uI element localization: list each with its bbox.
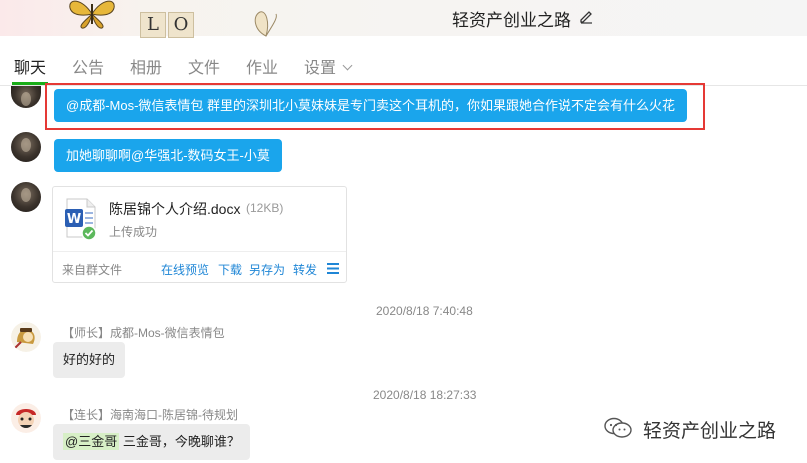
file-card[interactable]: W 陈居锦个人介绍.docx (12KB) 上传成功 来自群文件 在线预览 下载… [52, 186, 347, 283]
group-header: L O 轻资产创业之路 [0, 0, 807, 38]
tab-chat[interactable]: 聊天 [14, 54, 46, 78]
file-name[interactable]: 陈居锦个人介绍.docx [109, 199, 240, 219]
chevron-down-icon [342, 60, 353, 71]
sender-name[interactable]: 【师长】成都-Mos-微信表情包 [62, 324, 225, 341]
message-timestamp: 2020/8/18 7:40:48 [376, 304, 473, 318]
preview-online-link[interactable]: 在线预览 [161, 261, 209, 278]
letter-tile-l: L [140, 12, 166, 38]
watermark-text: 轻资产创业之路 [643, 421, 777, 442]
avatar[interactable] [11, 132, 41, 162]
word-document-icon: W [65, 198, 97, 241]
butterfly-icon [69, 0, 115, 29]
tab-settings[interactable]: 设置 [304, 54, 353, 78]
highlight-annotation [45, 83, 705, 130]
tab-bar: 聊天 公告 相册 文件 作业 设置 [0, 40, 807, 86]
tab-album[interactable]: 相册 [130, 54, 162, 78]
tab-files[interactable]: 文件 [188, 54, 220, 78]
upload-status: 上传成功 [109, 225, 158, 239]
forward-link[interactable]: 转发 [293, 261, 317, 278]
message-bubble[interactable]: @三金哥 三金哥，今晚聊谁？ [53, 424, 250, 460]
avatar[interactable] [11, 182, 41, 212]
edit-icon[interactable] [578, 8, 594, 24]
wechat-logo-icon [604, 417, 632, 438]
message-bubble[interactable]: 好的好的 [53, 342, 126, 378]
menu-icon[interactable] [327, 263, 339, 274]
file-size: (12KB) [246, 201, 284, 215]
save-as-link[interactable]: 另存为 [249, 261, 285, 278]
message-text: 三金哥，今晚聊谁？ [119, 434, 240, 449]
chat-window: L O 轻资产创业之路 聊天 公告 相册 文件 作业 设置 @成都-Mos-微信… [0, 0, 807, 463]
letter-tile-o: O [168, 12, 194, 38]
active-tab-indicator [12, 82, 48, 85]
download-link[interactable]: 下载 [218, 261, 242, 278]
file-source: 来自群文件 [62, 263, 123, 277]
divider [53, 251, 346, 252]
group-title[interactable]: 轻资产创业之路 [452, 6, 571, 31]
avatar[interactable] [11, 322, 41, 352]
svg-text:W: W [67, 212, 81, 227]
message-bubble[interactable]: 加她聊聊啊@华强北-数码女王-小莫 [54, 139, 282, 172]
tab-homework[interactable]: 作业 [246, 54, 278, 78]
tab-settings-label: 设置 [304, 60, 337, 77]
avatar[interactable] [11, 403, 41, 433]
mention-tag[interactable]: @三金哥 [63, 433, 120, 450]
tab-announcement[interactable]: 公告 [72, 54, 104, 78]
butterfly-wing-icon [254, 11, 277, 37]
sender-name[interactable]: 【连长】海南海口-陈居锦-待规划 [62, 406, 238, 423]
avatar[interactable] [11, 86, 41, 108]
message-timestamp: 2020/8/18 18:27:33 [373, 388, 477, 402]
